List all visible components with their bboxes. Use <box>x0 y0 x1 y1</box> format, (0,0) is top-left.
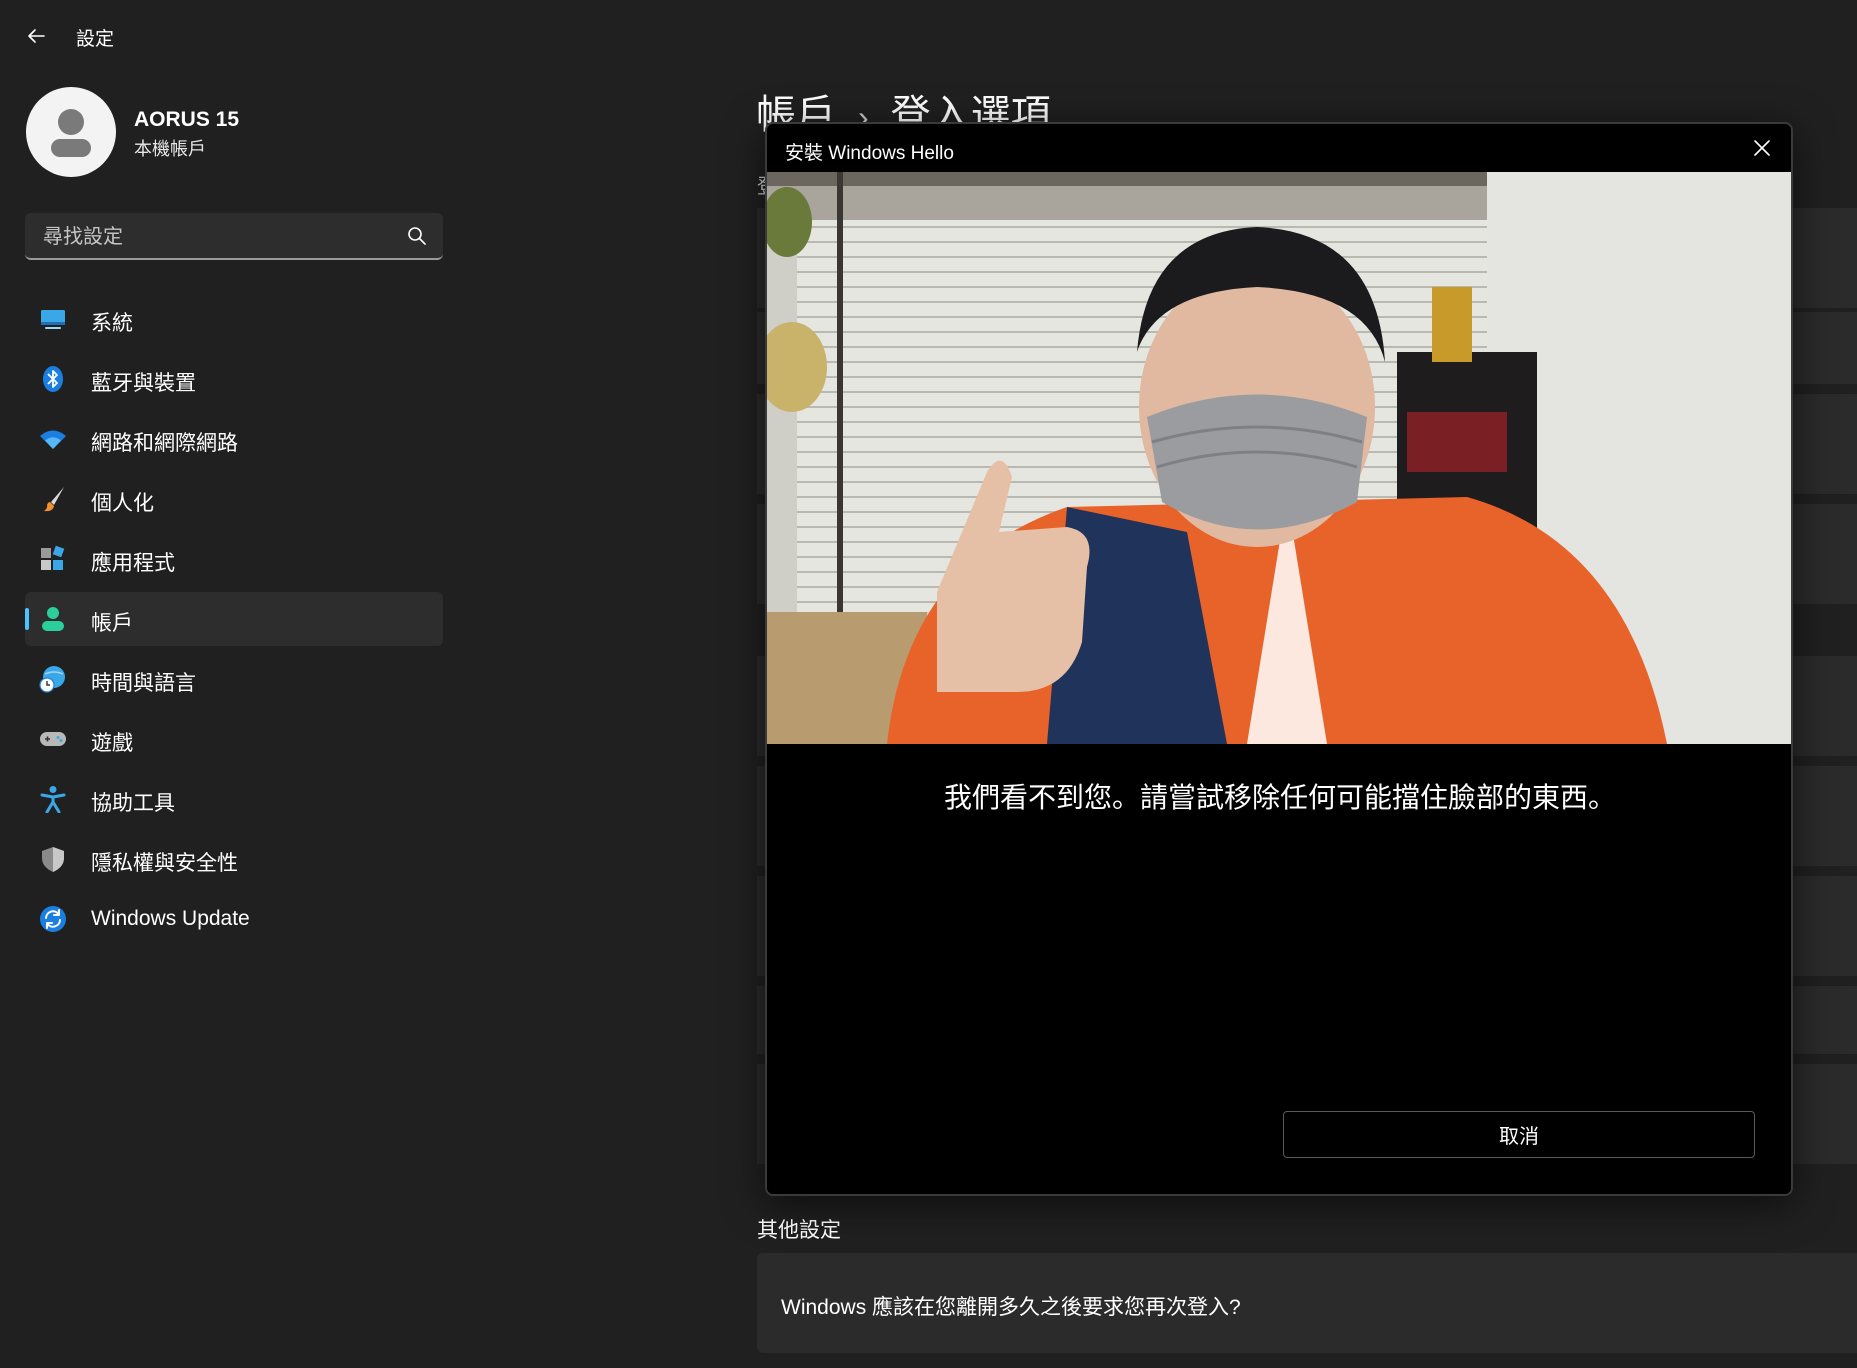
search-input[interactable] <box>41 223 405 251</box>
app-title: 設定 <box>76 29 115 50</box>
sidebar-item-windows-update[interactable]: Windows Update <box>25 892 443 946</box>
sidebar-item-label: 遊戲 <box>91 732 133 755</box>
sidebar-item-time-language[interactable]: 時間與語言 <box>25 652 443 706</box>
sidebar-item-label: Windows Update <box>91 907 250 930</box>
profile-name: AORUS 15 <box>134 108 240 131</box>
camera-preview <box>767 172 1791 744</box>
sidebar-item-label: 網路和網際網路 <box>91 432 238 455</box>
gamepad-icon <box>40 732 66 746</box>
cancel-button[interactable]: 取消 <box>1283 1111 1755 1158</box>
setting-label: Windows 應該在您離開多久之後要求您再次登入? <box>781 1296 1241 1319</box>
sidebar-item-label: 時間與語言 <box>91 672 196 695</box>
dialog-title: 安裝 Windows Hello <box>785 143 954 164</box>
bluetooth-icon <box>43 366 63 392</box>
wifi-icon <box>40 430 66 449</box>
title-bar: 設定 <box>0 0 1857 72</box>
sidebar-item-label: 個人化 <box>91 492 154 515</box>
sidebar-item-system[interactable]: 系統 <box>25 292 443 346</box>
back-arrow-icon <box>28 29 45 43</box>
camera-preview-image <box>767 172 1791 744</box>
avatar[interactable] <box>26 87 116 177</box>
close-icon <box>1754 140 1770 156</box>
sidebar-nav: 系統 藍牙與裝置 網路和網際網路 個人化 應用程式 帳戶 時間與語言 遊戲 協助… <box>25 292 443 952</box>
sidebar-item-privacy-security[interactable]: 隱私權與安全性 <box>25 832 443 886</box>
paintbrush-icon <box>44 487 64 512</box>
sidebar-item-label: 藍牙與裝置 <box>91 372 196 395</box>
system-icon <box>41 310 65 329</box>
setting-require-signin[interactable]: Windows 應該在您離開多久之後要求您再次登入? <box>757 1253 1857 1353</box>
profile-account-type: 本機帳戶 <box>134 139 206 159</box>
time-language-icon <box>39 666 65 693</box>
sidebar-item-personalization[interactable]: 個人化 <box>25 472 443 526</box>
sidebar-item-bluetooth[interactable]: 藍牙與裝置 <box>25 352 443 406</box>
back-button[interactable] <box>20 20 52 52</box>
windows-hello-dialog: 安裝 Windows Hello 我們看不到您。請嘗試移除任何可能擋住臉部的東西… <box>765 122 1793 1196</box>
dialog-message: 我們看不到您。請嘗試移除任何可能擋住臉部的東西。 <box>943 782 1616 813</box>
sidebar-item-gaming[interactable]: 遊戲 <box>25 712 443 766</box>
windows-update-icon <box>40 906 66 932</box>
sidebar-item-label: 帳戶 <box>91 612 133 635</box>
user-avatar-icon <box>51 109 91 157</box>
sidebar-item-network[interactable]: 網路和網際網路 <box>25 412 443 466</box>
other-settings-title: 其他設定 <box>757 1219 841 1242</box>
sidebar-item-accounts[interactable]: 帳戶 <box>25 592 443 646</box>
sidebar-item-label: 協助工具 <box>91 792 175 815</box>
shield-icon <box>42 847 64 872</box>
sidebar-item-apps[interactable]: 應用程式 <box>25 532 443 586</box>
search-box[interactable] <box>25 213 443 260</box>
sidebar-item-label: 隱私權與安全性 <box>91 852 238 875</box>
account-icon <box>42 607 64 631</box>
sidebar-item-label: 應用程式 <box>91 552 175 575</box>
accessibility-icon <box>40 786 66 813</box>
sidebar-item-label: 系統 <box>91 312 133 335</box>
sidebar-item-accessibility[interactable]: 協助工具 <box>25 772 443 826</box>
close-button[interactable] <box>1745 132 1779 164</box>
search-icon[interactable] <box>407 226 427 246</box>
apps-icon <box>41 545 65 570</box>
